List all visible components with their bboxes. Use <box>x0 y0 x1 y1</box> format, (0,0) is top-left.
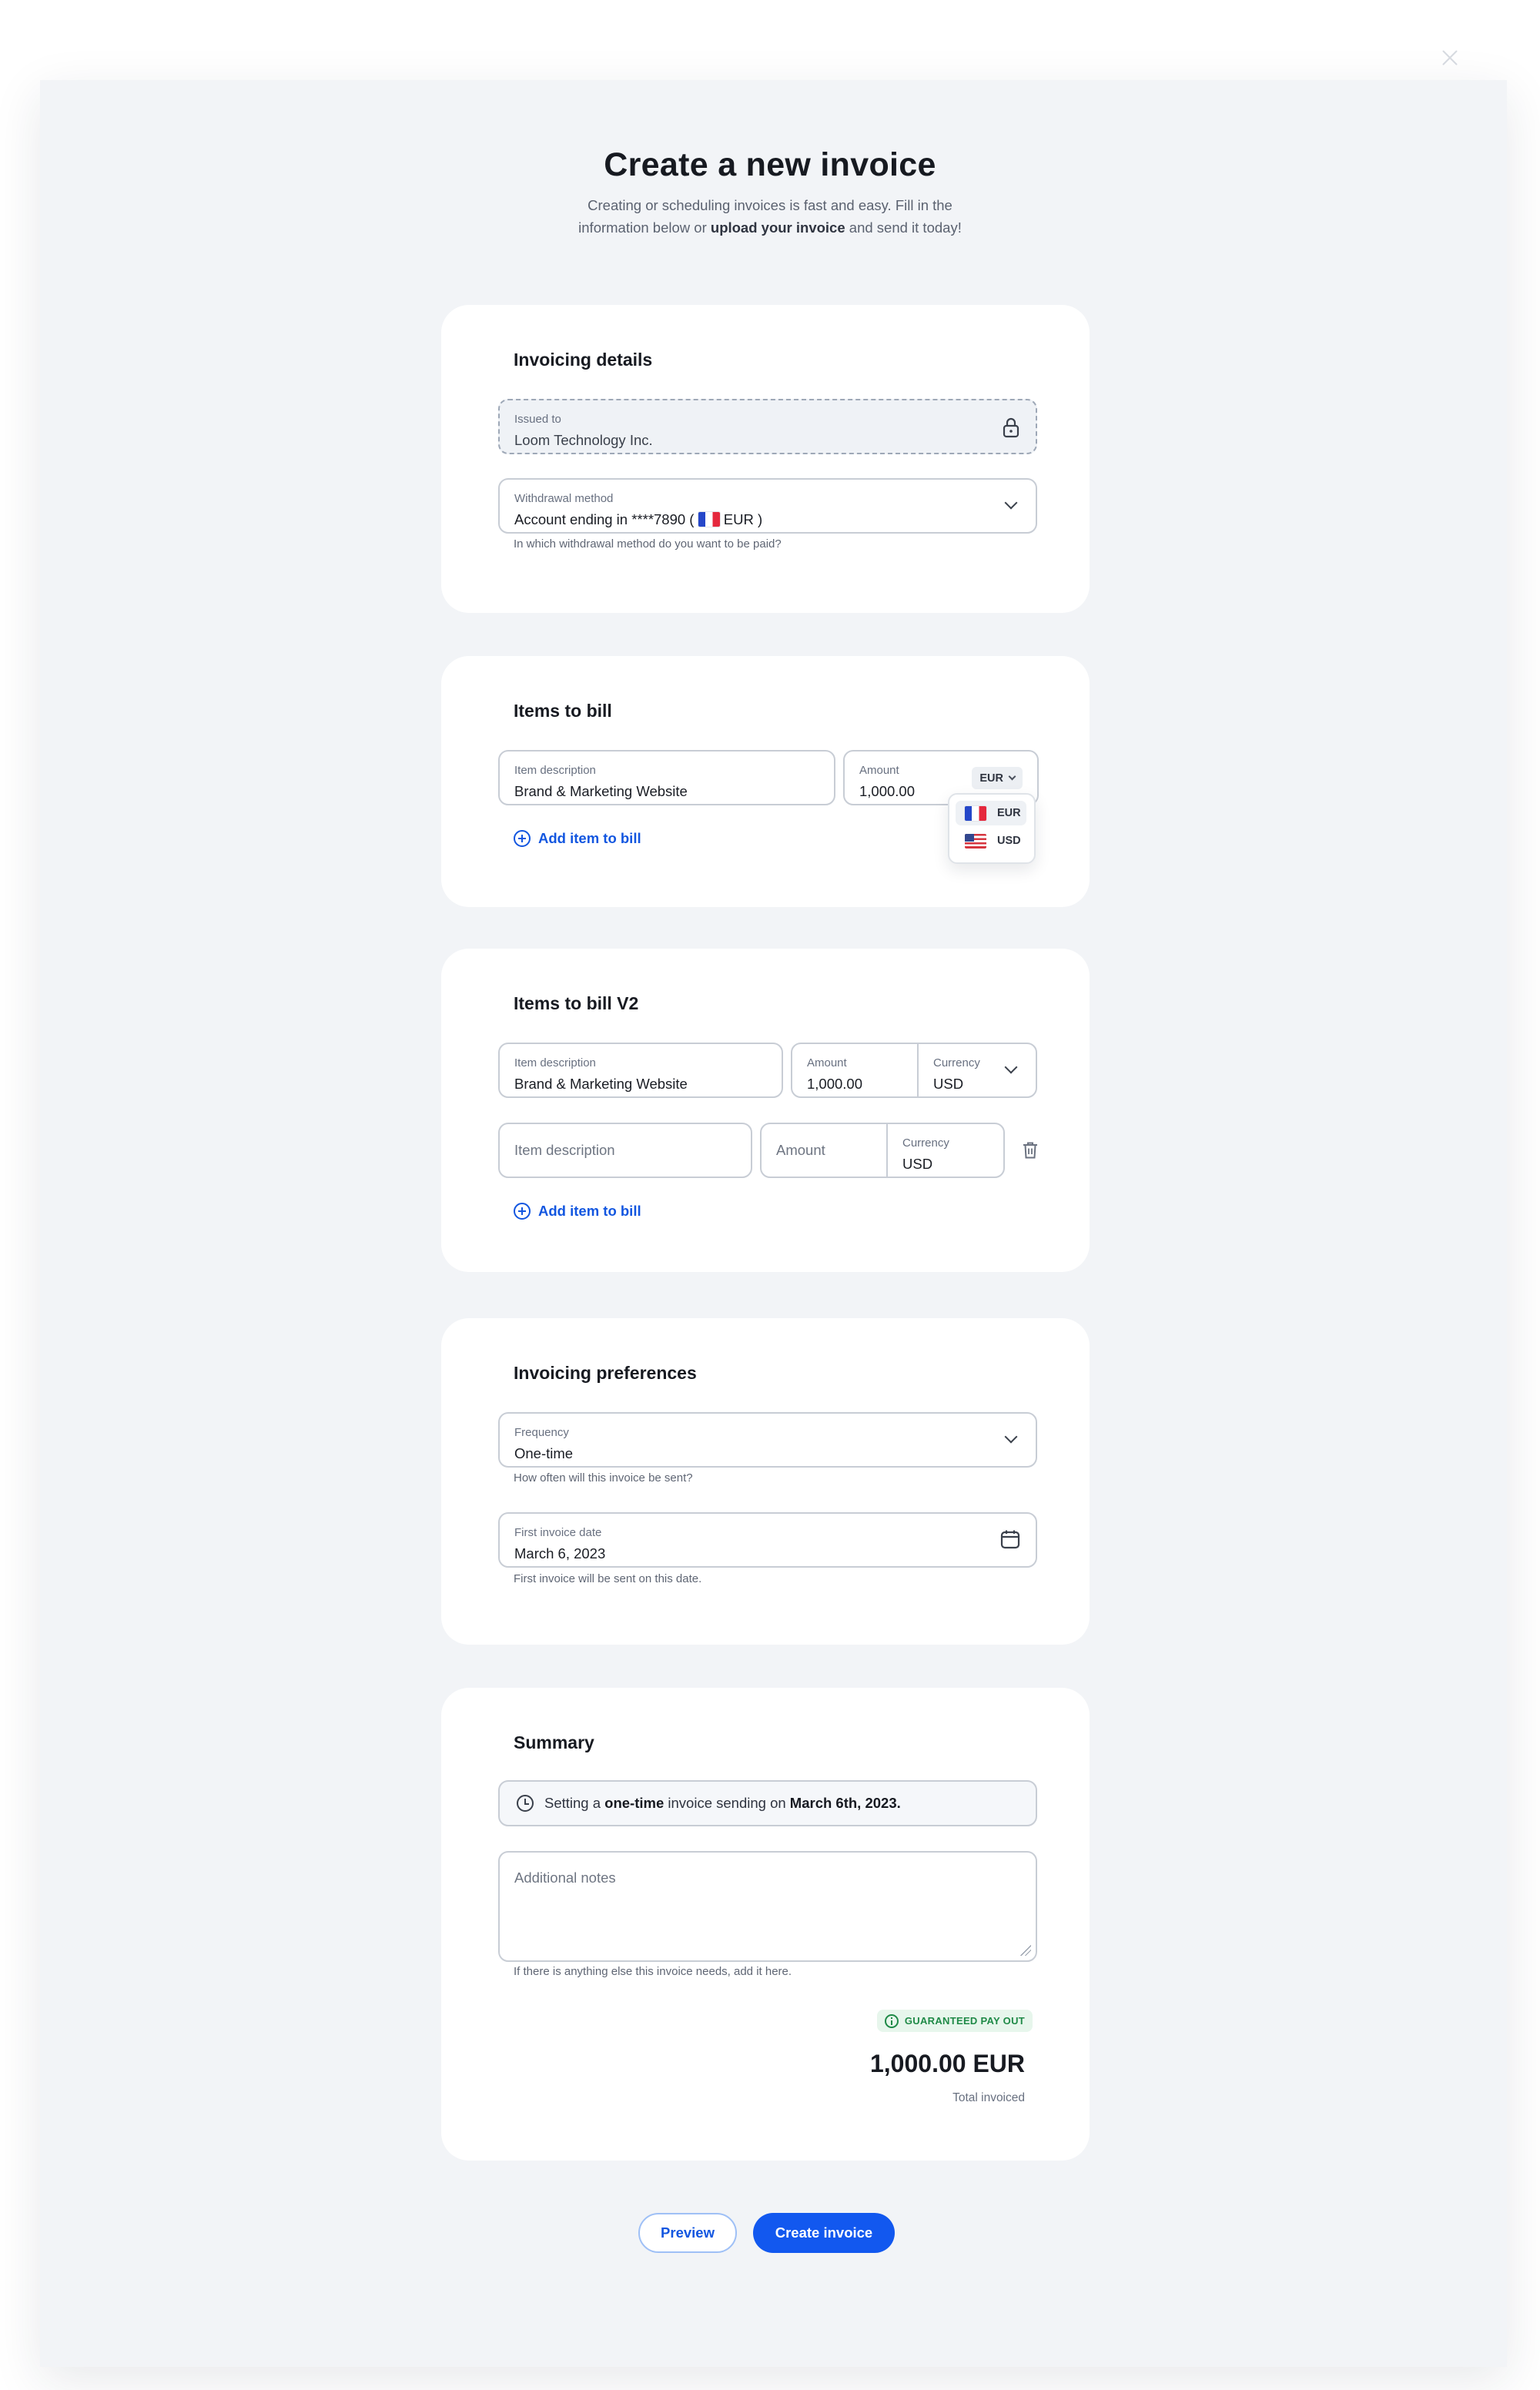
page-subtitle: Creating or scheduling invoices is fast … <box>0 194 1540 239</box>
first-invoice-date-label: First invoice date <box>514 1526 602 1539</box>
guaranteed-payout-badge: GUARANTEED PAY OUT <box>876 2010 1033 2032</box>
note-date: March 6th, 2023. <box>789 1795 901 1811</box>
item-description-field[interactable]: Item description Brand & Marketing Websi… <box>498 750 835 805</box>
calendar-icon[interactable] <box>1000 1529 1020 1549</box>
close-icon[interactable] <box>1440 48 1460 68</box>
chevron-down-icon <box>1004 1060 1018 1074</box>
notes-help-text: If there is anything else this invoice n… <box>514 1965 792 1978</box>
frequency-label: Frequency <box>514 1426 569 1439</box>
withdrawal-currency: EUR <box>723 511 754 527</box>
description-label: Item description <box>514 1056 596 1069</box>
withdrawal-close-paren: ) <box>753 511 763 527</box>
frequency-value: One-time <box>514 1445 574 1461</box>
amount-label: Amount <box>807 1056 847 1069</box>
withdrawal-method-value: Account ending in ****7890 ( EUR ) <box>514 511 762 528</box>
currency-dropdown: EUR USD <box>948 793 1036 864</box>
v2-row2-amount-currency-field: Amount Currency USD <box>760 1123 1005 1178</box>
currency-label: Currency <box>902 1136 949 1150</box>
subtitle-line1: Creating or scheduling invoices is fast … <box>588 197 952 213</box>
subtitle-line2-pre: information below or <box>578 219 711 236</box>
note-frequency: one-time <box>604 1795 665 1811</box>
chevron-down-icon <box>1004 496 1018 510</box>
summary-schedule-note: Setting a one-time invoice sending on Ma… <box>498 1780 1037 1826</box>
v2-row2-amount-input[interactable]: Amount <box>762 1124 886 1177</box>
plus-circle-icon <box>514 830 531 847</box>
invoicing-details-card: Invoicing details Issued to Loom Technol… <box>441 305 1090 613</box>
chevron-down-icon <box>1004 1430 1018 1444</box>
currency-option-eur[interactable]: EUR <box>956 801 1026 825</box>
issued-to-value: Loom Technology Inc. <box>514 432 653 448</box>
currency-label: Currency <box>933 1056 980 1069</box>
first-date-help-text: First invoice will be sent on this date. <box>514 1572 702 1585</box>
amount-label: Amount <box>859 764 899 777</box>
v2-row2-currency-select[interactable]: Currency USD <box>888 1124 1003 1177</box>
withdrawal-method-select[interactable]: Withdrawal method Account ending in ****… <box>498 478 1037 534</box>
items-to-bill-v2-title: Items to bill V2 <box>514 993 639 1013</box>
badge-label: GUARANTEED PAY OUT <box>904 2015 1025 2027</box>
v2-row1-amount-input[interactable]: Amount 1,000.00 <box>792 1044 917 1096</box>
amount-value: 1,000.00 <box>807 1076 863 1092</box>
currency-value: USD <box>933 1076 964 1092</box>
v2-row1-amount-currency-field: Amount 1,000.00 Currency USD <box>791 1043 1037 1098</box>
first-invoice-date-value: March 6, 2023 <box>514 1545 606 1562</box>
withdrawal-account: Account ending in ****7890 ( <box>514 511 698 527</box>
invoicing-preferences-title: Invoicing preferences <box>514 1363 697 1383</box>
lock-icon <box>1003 417 1019 438</box>
currency-option-label: EUR <box>997 807 1021 819</box>
v2-row1-description-field[interactable]: Item description Brand & Marketing Websi… <box>498 1043 783 1098</box>
items-to-bill-title: Items to bill <box>514 701 612 721</box>
issued-to-label: Issued to <box>514 413 561 426</box>
withdrawal-method-label: Withdrawal method <box>514 492 614 505</box>
frequency-select[interactable]: Frequency One-time <box>498 1412 1037 1468</box>
add-item-label: Add item to bill <box>538 830 641 846</box>
page-title: Create a new invoice <box>604 146 936 183</box>
currency-option-label: USD <box>997 835 1021 847</box>
item-description-label: Item description <box>514 764 596 777</box>
info-icon <box>884 2013 899 2028</box>
v2-row2-description-field[interactable]: Item description <box>498 1123 752 1178</box>
resize-handle-icon[interactable] <box>1020 1945 1031 1956</box>
note-mid: invoice sending on <box>664 1795 790 1811</box>
summary-card: Summary Setting a one-time invoice sendi… <box>441 1688 1090 2161</box>
add-item-button[interactable]: Add item to bill <box>514 830 641 847</box>
amount-placeholder: Amount <box>776 1142 825 1158</box>
items-to-bill-v2-card: Items to bill V2 Item description Brand … <box>441 949 1090 1272</box>
summary-title: Summary <box>514 1732 594 1752</box>
clock-icon <box>517 1795 534 1812</box>
create-invoice-button[interactable]: Create invoice <box>753 2213 895 2253</box>
france-flag-icon <box>698 512 720 527</box>
currency-select[interactable]: EUR <box>972 767 1023 789</box>
subtitle-line2-post: and send it today! <box>845 219 962 236</box>
amount-value: 1,000.00 <box>859 783 916 799</box>
chevron-down-icon <box>1008 772 1016 781</box>
add-item-label: Add item to bill <box>538 1203 641 1219</box>
invoicing-details-title: Invoicing details <box>514 350 653 370</box>
frequency-help-text: How often will this invoice be sent? <box>514 1471 693 1485</box>
trash-icon[interactable] <box>1022 1141 1039 1160</box>
note-pre: Setting a <box>544 1795 605 1811</box>
notes-placeholder: Additional notes <box>514 1869 616 1886</box>
currency-value: USD <box>902 1156 933 1172</box>
preview-button[interactable]: Preview <box>638 2213 737 2253</box>
summary-note-text: Setting a one-time invoice sending on Ma… <box>544 1795 901 1812</box>
additional-notes-textarea[interactable]: Additional notes <box>498 1851 1037 1962</box>
total-label: Total invoiced <box>952 2091 1025 2104</box>
issued-to-field: Issued to Loom Technology Inc. <box>498 399 1037 454</box>
add-item-button-v2[interactable]: Add item to bill <box>514 1203 641 1220</box>
items-to-bill-card: Items to bill Item description Brand & M… <box>441 656 1090 907</box>
upload-invoice-link[interactable]: upload your invoice <box>711 219 845 236</box>
plus-circle-icon <box>514 1203 531 1220</box>
first-invoice-date-field[interactable]: First invoice date March 6, 2023 <box>498 1512 1037 1568</box>
v2-row1-currency-select[interactable]: Currency USD <box>919 1044 1036 1096</box>
item-description-value: Brand & Marketing Website <box>514 783 688 799</box>
currency-select-value: EUR <box>979 772 1003 785</box>
invoicing-preferences-card: Invoicing preferences Frequency One-time… <box>441 1318 1090 1645</box>
description-placeholder: Item description <box>514 1142 615 1158</box>
currency-option-usd[interactable]: USD <box>956 828 1026 853</box>
us-flag-icon <box>965 833 986 849</box>
withdrawal-help-text: In which withdrawal method do you want t… <box>514 537 782 551</box>
total-amount: 1,000.00 EUR <box>869 2050 1025 2077</box>
description-value: Brand & Marketing Website <box>514 1076 688 1092</box>
france-flag-icon <box>965 805 986 821</box>
